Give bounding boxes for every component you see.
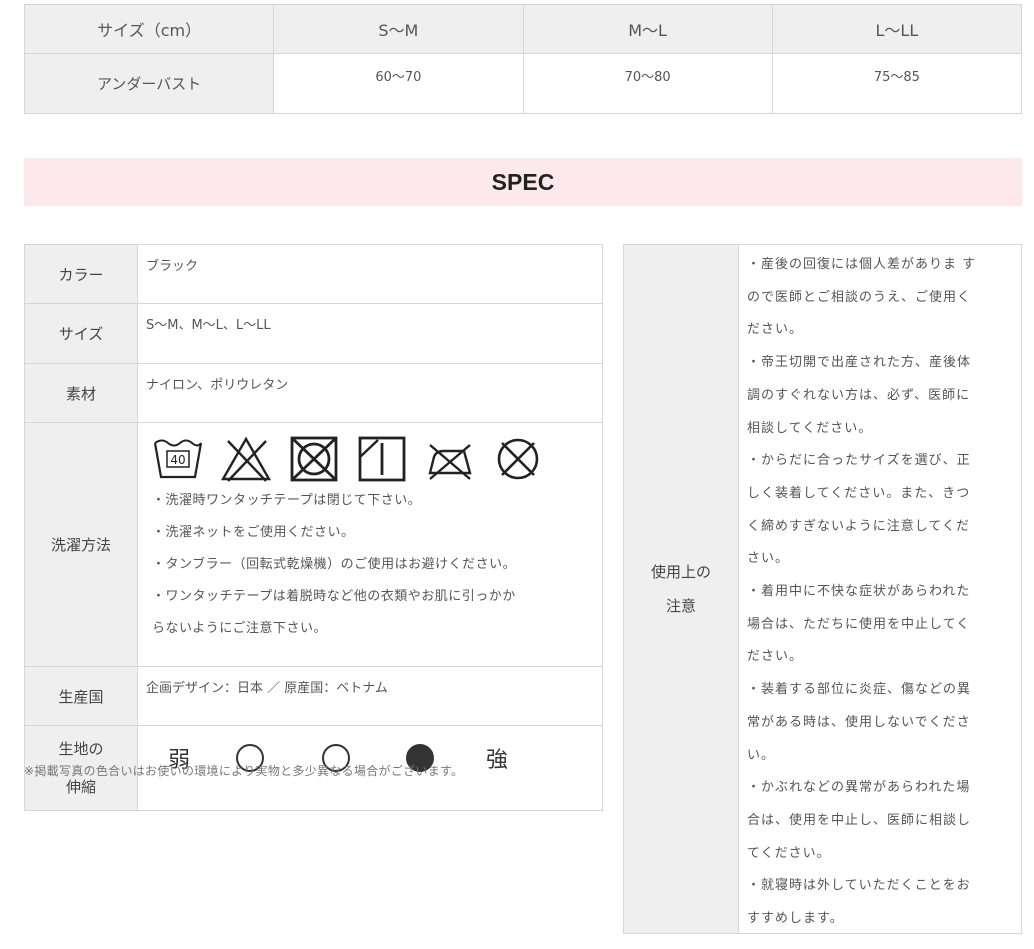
color-value: ブラック (137, 244, 603, 304)
spec-row-origin: 生産国 企画デザイン：日本 ／ 原産国：ベトナム (24, 666, 603, 726)
spec-heading: SPEC (24, 158, 1022, 206)
stretch-strong-label: 強 (486, 748, 509, 773)
caution-line: く締めすぎないように注意してくだ (747, 518, 970, 534)
wash-note: らないようにご注意下さい。 (152, 621, 327, 636)
size-header-label: サイズ（cm） (23, 4, 275, 54)
origin-label: 生産国 (24, 666, 138, 726)
size-header-m-l: M～L (522, 4, 773, 54)
wash-note: ・ワンタッチテープは着脱時など他の衣類やお肌に引っかか (152, 589, 516, 604)
photo-color-footnote: ※掲載写真の色合いはお使いの環境により実物と多少異なる場合がございます。 (24, 764, 464, 778)
svg-text:40: 40 (170, 453, 185, 467)
color-label: カラー (24, 244, 138, 304)
wash-40-icon: 40 (153, 439, 203, 479)
spec-row-material: 素材 ナイロン、ポリウレタン (24, 363, 603, 423)
spec-row-color: カラー ブラック (24, 244, 603, 304)
caution-line: ださい。 (747, 322, 804, 338)
spec-row-size: サイズ S～M、M～L、L～LL (24, 303, 603, 364)
caution-line: 調のすぐれない方は、必ず、医師に (747, 387, 971, 403)
underbust-m-l: 70～80 (522, 53, 773, 114)
caution-label-line-1: 使用上の (650, 563, 711, 581)
size-label: サイズ (24, 303, 138, 364)
wash-note: ・洗濯ネットをご使用ください。 (152, 525, 355, 540)
size-table: サイズ（cm） S～M M～L L～LL アンダーバスト 60～70 70～80… (23, 4, 1023, 114)
caution-line: しく装着してください。また、きつ (747, 485, 971, 501)
spec-row-wash: 洗濯方法 40 ・洗濯時ワンタッチテープは閉じて下さい。 ・洗濯ネットをご使用く… (24, 422, 603, 667)
caution-line: 常がある時は、使用しないでくださ (747, 714, 971, 730)
wash-symbols: 40 (152, 433, 602, 485)
caution-line: 相談してください。 (747, 420, 873, 436)
no-dry-clean-icon (497, 438, 539, 480)
spec-table: カラー ブラック サイズ S～M、M～L、L～LL 素材 ナイロン、ポリウレタン… (24, 244, 603, 811)
caution-line: ・かぶれなどの異常があらわれた場 (747, 780, 971, 796)
wash-notes: ・洗濯時ワンタッチテープは閉じて下さい。 ・洗濯ネットをご使用ください。 ・タン… (152, 485, 602, 645)
caution-line: ので医師とご相談のうえ、ご使用く (747, 289, 972, 305)
caution-line: ・就寝時は外していただくことをお (747, 878, 971, 894)
size-header-s-m: S～M (273, 4, 524, 54)
no-iron-icon (428, 444, 472, 480)
wash-value: 40 ・洗濯時ワンタッチテープは閉じて下さい。 ・洗濯ネットをご使用ください。 … (137, 422, 603, 667)
caution-line: さい。 (747, 551, 790, 567)
caution-line: い。 (747, 747, 776, 763)
caution-line: ・からだに合ったサイズを選び、正 (747, 453, 971, 469)
caution-label-line-2: 注意 (665, 597, 696, 615)
size-table-underbust-row: アンダーバスト 60～70 70～80 75～85 (23, 53, 1023, 114)
no-tumble-dry-icon (290, 436, 338, 482)
no-bleach-icon (220, 436, 272, 482)
size-value: S～M、M～L、L～LL (137, 303, 603, 364)
caution-label: 使用上の 注意 (624, 245, 739, 933)
caution-line: すすめします。 (747, 911, 844, 927)
wash-note: ・タンブラー（回転式乾燥機）のご使用はお避けください。 (152, 557, 517, 572)
caution-line: ・産後の回復には個人差がありま す (747, 257, 977, 272)
wash-note: ・洗濯時ワンタッチテープは閉じて下さい。 (152, 493, 422, 508)
wash-label: 洗濯方法 (24, 422, 138, 667)
caution-line: ・帝王切開で出産された方、産後体 (747, 355, 972, 371)
caution-body: ・産後の回復には個人差がありま す ので医師とご相談のうえ、ご使用く ださい。 … (739, 245, 1021, 933)
size-table-header-row: サイズ（cm） S～M M～L L～LL (23, 4, 1023, 54)
caution-line: 場合は、ただちに使用を中止してく (747, 616, 971, 632)
caution-line: ・着用中に不快な症状があらわれた (747, 584, 971, 600)
caution-table: 使用上の 注意 ・産後の回復には個人差がありま す ので医師とご相談のうえ、ご使… (623, 244, 1022, 934)
underbust-label: アンダーバスト (23, 53, 275, 114)
material-label: 素材 (24, 363, 138, 423)
line-dry-icon (358, 436, 406, 482)
caution-line: ・装着する部位に炎症、傷などの異 (747, 682, 972, 698)
caution-line: てください。 (747, 845, 831, 861)
caution-line: ださい。 (747, 649, 804, 665)
size-header-l-ll: L～LL (771, 4, 1023, 54)
caution-line: 合は、使用を中止し、医師に相談し (747, 812, 972, 828)
underbust-l-ll: 75～85 (771, 53, 1023, 114)
origin-value: 企画デザイン：日本 ／ 原産国：ベトナム (137, 666, 603, 726)
underbust-s-m: 60～70 (273, 53, 524, 114)
stretch-scale: 弱 強 (138, 726, 602, 790)
material-value: ナイロン、ポリウレタン (137, 363, 603, 423)
